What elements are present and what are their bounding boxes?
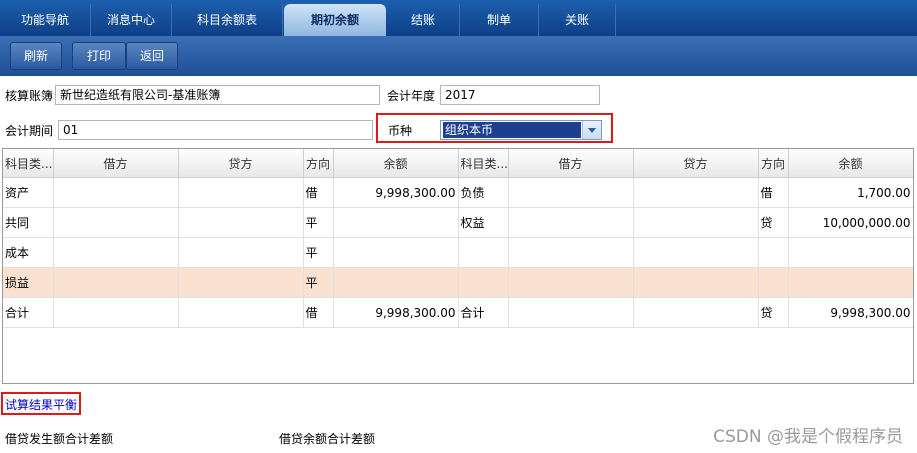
- table-cell[interactable]: [178, 207, 304, 238]
- chevron-down-icon[interactable]: [582, 121, 601, 139]
- table-cell[interactable]: [508, 177, 634, 208]
- col-header[interactable]: 方向: [303, 149, 334, 178]
- table-cell: 负债: [458, 177, 509, 208]
- table-cell: [178, 297, 304, 328]
- table-cell[interactable]: [178, 177, 304, 208]
- tab-closing[interactable]: 结账: [387, 4, 460, 36]
- table-cell: [788, 237, 913, 268]
- table-cell[interactable]: [508, 267, 634, 298]
- table-cell: 9,998,300.00: [788, 297, 913, 328]
- watermark: CSDN @我是个假程序员: [713, 427, 903, 447]
- print-button[interactable]: 打印: [72, 42, 126, 70]
- table-cell[interactable]: [178, 267, 304, 298]
- table-cell: [53, 297, 179, 328]
- tab-account-balance[interactable]: 科目余额表: [172, 4, 283, 36]
- table-cell: [508, 297, 634, 328]
- tab-close-account[interactable]: 关账: [539, 4, 616, 36]
- table-cell: 借: [758, 177, 789, 208]
- table-cell: 1,700.00: [788, 177, 913, 208]
- diff-balance-label: 借贷余额合计差额: [279, 432, 376, 446]
- table-cell: [333, 207, 459, 238]
- table-cell[interactable]: [633, 177, 759, 208]
- table-cell: 权益: [458, 207, 509, 238]
- table-header-row: 科目类... 借方 贷方 方向 余额 科目类... 借方 贷方 方向 余额: [3, 149, 913, 178]
- table-cell[interactable]: [178, 237, 304, 268]
- table-cell: 9,998,300.00: [333, 177, 459, 208]
- table-cell: 合计: [3, 297, 54, 328]
- table-cell: [758, 237, 789, 268]
- table-row-total[interactable]: 合计 借 9,998,300.00 合计 贷 9,998,300.00: [3, 297, 913, 328]
- col-header[interactable]: 借方: [53, 149, 179, 178]
- table-cell: 贷: [758, 297, 789, 328]
- trial-balance-result: 试算结果平衡: [5, 398, 78, 412]
- table-cell: [788, 267, 913, 298]
- ledger-label: 核算账簿: [5, 89, 54, 103]
- tab-voucher[interactable]: 制单: [460, 4, 539, 36]
- table-cell: [333, 237, 459, 268]
- table-cell[interactable]: [633, 267, 759, 298]
- table-cell: [758, 267, 789, 298]
- diff-amount-label: 借贷发生额合计差额: [5, 432, 114, 446]
- year-label: 会计年度: [387, 89, 436, 103]
- table-cell: 9,998,300.00: [333, 297, 459, 328]
- table-cell: 合计: [458, 297, 509, 328]
- table-cell: 平: [303, 267, 334, 298]
- col-header[interactable]: 贷方: [178, 149, 304, 178]
- table-cell: 借: [303, 297, 334, 328]
- table-cell: [458, 237, 509, 268]
- year-field[interactable]: 2017: [440, 85, 600, 105]
- table-cell: 损益: [3, 267, 54, 298]
- currency-label: 币种: [388, 124, 413, 138]
- col-header[interactable]: 方向: [758, 149, 789, 178]
- table-row[interactable]: 共同 平 权益 贷 10,000,000.00: [3, 207, 913, 238]
- table-row-selected[interactable]: 损益 平: [3, 267, 913, 298]
- col-header[interactable]: 余额: [788, 149, 913, 178]
- back-button[interactable]: 返回: [126, 42, 178, 70]
- table-row[interactable]: 资产 借 9,998,300.00 负债 借 1,700.00: [3, 177, 913, 208]
- opening-balance-grid: 科目类... 借方 贷方 方向 余额 科目类... 借方 贷方 方向 余额 资产…: [2, 148, 914, 384]
- table-cell: [333, 267, 459, 298]
- table-cell: 平: [303, 207, 334, 238]
- currency-selected-value: 组织本币: [443, 122, 581, 138]
- tab-opening-balance[interactable]: 期初余额: [284, 4, 386, 36]
- table-cell[interactable]: [633, 237, 759, 268]
- period-field[interactable]: 01: [58, 120, 373, 140]
- col-header[interactable]: 科目类...: [3, 149, 54, 178]
- table-cell[interactable]: [508, 207, 634, 238]
- col-header[interactable]: 科目类...: [458, 149, 509, 178]
- top-navigation: 功能导航 消息中心 科目余额表 期初余额 结账 制单 关账: [0, 0, 917, 36]
- col-header[interactable]: 贷方: [633, 149, 759, 178]
- col-header[interactable]: 余额: [333, 149, 459, 178]
- table-cell[interactable]: [508, 237, 634, 268]
- table-cell: 平: [303, 237, 334, 268]
- ledger-field[interactable]: 新世纪造纸有限公司-基准账簿: [55, 85, 380, 105]
- refresh-button[interactable]: 刷新: [10, 42, 62, 70]
- table-cell: 借: [303, 177, 334, 208]
- tab-message-center[interactable]: 消息中心: [91, 4, 172, 36]
- table-cell[interactable]: [53, 177, 179, 208]
- table-cell: 成本: [3, 237, 54, 268]
- toolbar: 刷新 打印 返回: [0, 36, 917, 76]
- table-cell[interactable]: [53, 237, 179, 268]
- tab-function-nav[interactable]: 功能导航: [0, 4, 91, 36]
- table-cell: [458, 267, 509, 298]
- table-cell: 贷: [758, 207, 789, 238]
- col-header[interactable]: 借方: [508, 149, 634, 178]
- table-cell: 共同: [3, 207, 54, 238]
- table-cell: 10,000,000.00: [788, 207, 913, 238]
- table-cell[interactable]: [633, 207, 759, 238]
- table-cell: [633, 297, 759, 328]
- currency-select[interactable]: 组织本币: [440, 120, 602, 140]
- table-cell[interactable]: [53, 207, 179, 238]
- table-cell: 资产: [3, 177, 54, 208]
- period-label: 会计期间: [5, 124, 54, 138]
- table-cell[interactable]: [53, 267, 179, 298]
- table-row[interactable]: 成本 平: [3, 237, 913, 268]
